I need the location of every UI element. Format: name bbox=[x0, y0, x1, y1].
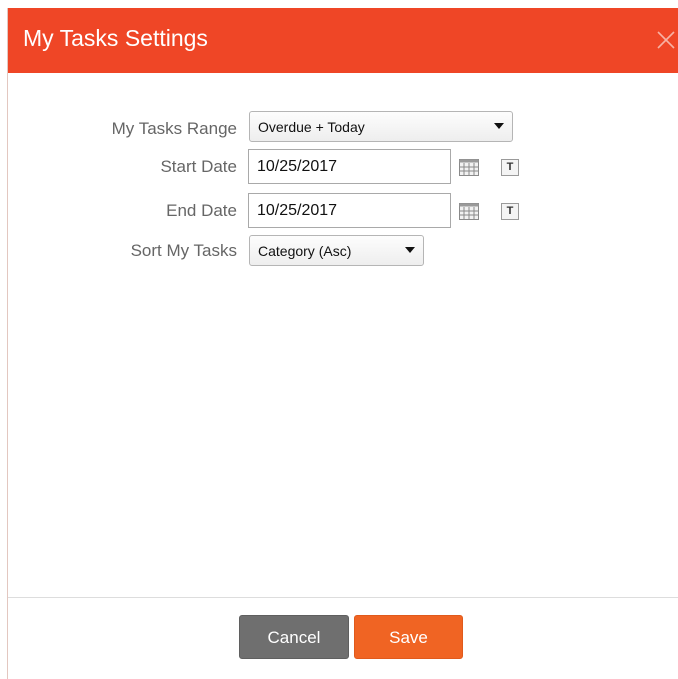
today-icon[interactable]: T bbox=[501, 159, 519, 176]
cancel-button[interactable]: Cancel bbox=[239, 615, 349, 659]
calendar-icon[interactable] bbox=[459, 203, 479, 220]
today-icon[interactable]: T bbox=[501, 203, 519, 220]
footer-divider bbox=[8, 597, 678, 598]
save-button[interactable]: Save bbox=[354, 615, 463, 659]
start-date-label: Start Date bbox=[160, 157, 237, 176]
chevron-down-icon bbox=[405, 247, 415, 253]
dialog-title: My Tasks Settings bbox=[23, 25, 208, 51]
sort-label: Sort My Tasks bbox=[130, 241, 237, 260]
chevron-down-icon bbox=[494, 123, 504, 129]
dialog-header: My Tasks Settings bbox=[8, 8, 678, 73]
calendar-icon[interactable] bbox=[459, 159, 479, 176]
start-date-field[interactable]: 10/25/2017 bbox=[248, 149, 451, 184]
sort-select-value: Category (Asc) bbox=[258, 243, 352, 259]
settings-dialog: My Tasks Settings My Tasks Range Overdue… bbox=[7, 8, 678, 679]
range-label: My Tasks Range bbox=[111, 119, 237, 138]
end-date-field[interactable]: 10/25/2017 bbox=[248, 193, 451, 228]
range-select-value: Overdue + Today bbox=[258, 119, 365, 135]
close-icon[interactable] bbox=[655, 29, 677, 51]
end-date-label: End Date bbox=[166, 201, 237, 220]
range-select[interactable]: Overdue + Today bbox=[249, 111, 513, 142]
sort-select[interactable]: Category (Asc) bbox=[249, 235, 424, 266]
